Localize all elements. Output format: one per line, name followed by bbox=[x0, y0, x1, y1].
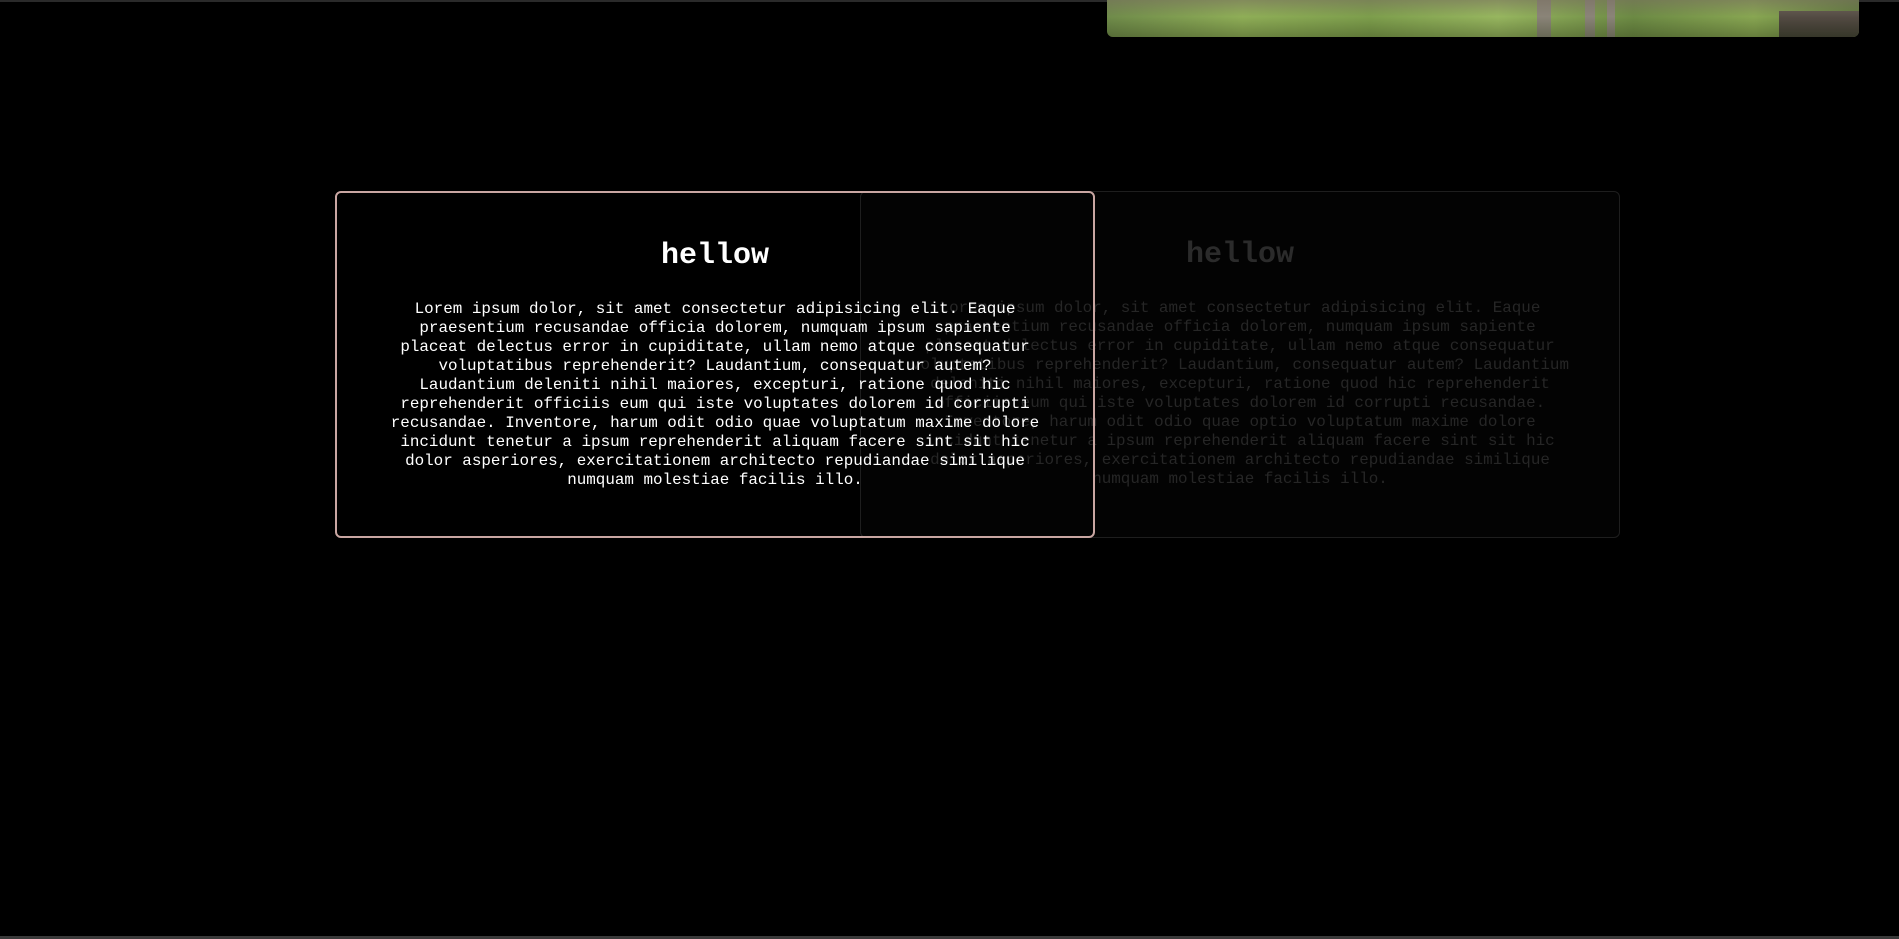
card-body-text: Lorem ipsum dolor, sit amet consectetur … bbox=[390, 300, 1040, 489]
card-title: hellow bbox=[660, 239, 770, 273]
content-card-active[interactable]: hellow Lorem ipsum dolor, sit amet conse… bbox=[335, 191, 1095, 538]
landscape-photo bbox=[1107, 0, 1859, 37]
